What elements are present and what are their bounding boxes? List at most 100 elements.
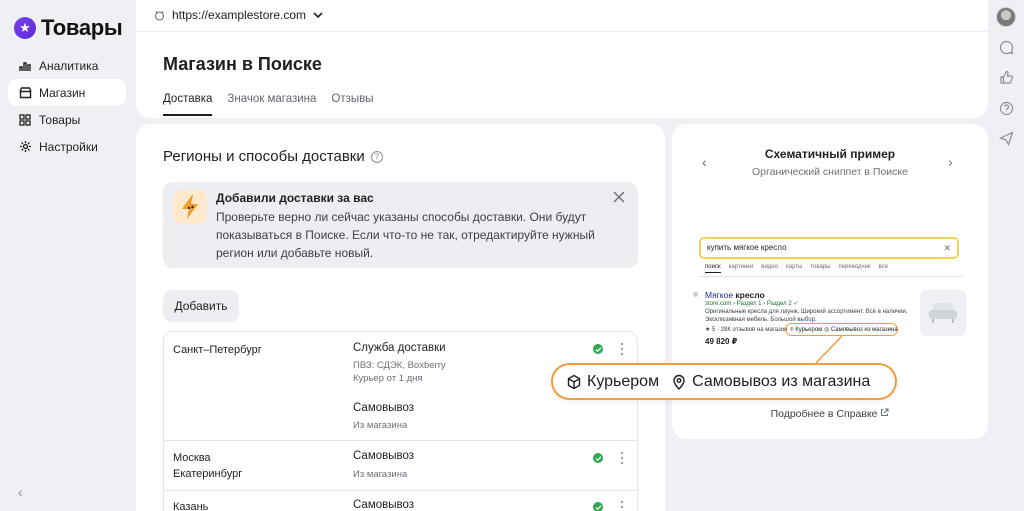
regions-table: Санкт–Петербург Служба доставки ПВЗ: СДЭ… [163,331,638,511]
sidebar-item-label: Аналитика [39,58,99,73]
tab-reviews[interactable]: Отзывы [331,93,373,116]
sidebar-item-label: Магазин [39,85,86,100]
brand-logo-icon: ★ [14,17,36,39]
serp-tabs: поиск картинки видео карты товары перево… [705,264,888,273]
favicon-icon [693,292,698,297]
help-link-text: Подробнее в Справке [770,408,878,420]
verified-icon: ✓ [793,301,799,307]
sidebar-item-label: Товары [39,112,81,127]
serp-tab: картинки [728,264,754,270]
page-title: Магазин в Поиске [163,54,322,74]
page-header: Магазин в Поиске Доставка Значок магазин… [136,32,988,118]
tab-delivery[interactable]: Доставка [163,93,213,116]
analytics-icon [18,59,32,73]
brand[interactable]: ★ Товары [14,15,123,41]
delivery-method-title: Самовывоз [353,402,415,414]
sidebar-item-label: Настройки [39,139,98,154]
right-rail [988,0,1024,511]
tab-bar: Доставка Значок магазина Отзывы [163,93,374,116]
help-link[interactable]: Подробнее в Справке [672,408,988,420]
thumbs-up-icon[interactable] [997,68,1015,86]
serp-tab: карты [785,264,803,270]
close-icon[interactable] [612,190,626,204]
delivery-method-title: Самовывоз [353,499,415,511]
serp-search-box: купить мягкое кресло ✕ [699,237,959,259]
preview-subtitle: Органический сниппет в Поиске [752,166,908,178]
sidebar-item-store[interactable]: Магазин [8,79,126,106]
brand-name: Товары [41,15,123,40]
serp-search-query: купить мягкое кресло [707,243,787,252]
courier-icon [566,374,582,390]
more-icon[interactable] [619,343,625,355]
store-url-selector[interactable]: https://examplestore.com [154,8,323,22]
lightning-icon [173,190,207,224]
help-circle-icon[interactable]: ? [370,150,383,163]
delivery-chip: ⌾ Курьером ◎ Самовывоз из магазина [785,323,898,336]
sidebar-item-products[interactable]: Товары [8,106,126,133]
result-host: store.com › Раздел 1 › Раздел 2 ✓ [705,300,798,307]
avatar[interactable] [996,7,1016,27]
preview-title: Схематичный пример [764,147,896,161]
serp-tab: все [878,264,889,270]
region-city: Казань [173,501,209,511]
chevron-right-icon[interactable]: › [948,154,958,170]
tab-store-badge[interactable]: Значок магазина [227,93,316,116]
result-price: 49 820 ₽ [705,337,738,346]
serp-tab: переводчик [838,264,871,270]
store-icon [18,86,32,100]
table-row[interactable]: Казань Самовывоз [164,491,637,511]
check-icon [593,502,603,511]
grid-icon [18,113,32,127]
notice-text: Проверьте верно ли сейчас указаны способ… [216,210,595,260]
check-icon [593,344,603,354]
store-url: https://examplestore.com [172,8,307,22]
sidebar-item-analytics[interactable]: Аналитика [8,52,126,79]
delivery-method-detail: ПВЗ: СДЭК, Boxberry [353,360,446,371]
delivery-panel: Регионы и способы доставки ? Добавили до… [136,124,665,511]
sidebar-nav: Аналитика Магазин Товары Настройки [8,52,126,160]
callout-pickup: Самовывоз из магазина [692,372,871,390]
region-city: Екатеринбург [173,468,243,480]
more-icon[interactable] [619,452,625,464]
check-icon [593,453,603,463]
help-icon[interactable] [997,99,1015,117]
notice-title: Добавили доставки за вас [216,191,374,205]
more-icon[interactable] [619,501,625,511]
delivery-method-title: Самовывоз [353,450,415,462]
sidebar-item-settings[interactable]: Настройки [8,133,126,160]
divider [699,276,964,277]
topbar: https://examplestore.com [136,0,988,32]
site-icon [154,10,165,21]
sidebar: ★ Товары Аналитика Магазин Товары Настро… [0,0,136,511]
location-pin-icon [671,374,687,390]
close-icon: ✕ [943,243,951,253]
section-title-text: Регионы и способы доставки [163,148,365,165]
section-title: Регионы и способы доставки ? [163,148,383,165]
result-description: Оригинальные кресла для лаунж. Широкий а… [705,309,908,323]
delivery-callout: Курьером Самовывоз из магазина [551,363,897,400]
serp-tab: поиск [705,264,721,273]
chevron-down-icon [313,8,323,22]
table-row[interactable]: Москва Екатеринбург Самовывоз Из магазин… [164,441,637,491]
result-title-plain: Мягкое [705,290,736,300]
serp-tab: товары [810,264,831,270]
collapse-sidebar-icon[interactable]: ‹ [18,484,23,500]
region-city: Москва [173,452,211,464]
result-host-text: store.com › Раздел 1 › Раздел 2 [705,301,794,307]
serp-tab: видео [761,264,778,270]
result-title-bold: кресло [735,290,765,300]
send-icon[interactable] [997,129,1015,147]
delivery-method-detail: Курьер от 1 дня [353,373,423,384]
callout-courier: Курьером [587,372,660,390]
add-region-button[interactable]: Добавить [163,290,239,322]
delivery-method-detail: Из магазина [353,420,408,431]
chat-icon[interactable] [997,38,1015,56]
delivery-method-detail: Из магазина [353,469,408,480]
delivery-method-title: Служба доставки [353,342,446,354]
info-notice: Добавили доставки за вас Проверьте верно… [163,182,638,268]
external-link-icon [880,408,889,420]
result-rating: ★ 5 · 28К отзывов на магазин [705,327,788,333]
gear-icon [18,140,32,154]
region-city: Санкт–Петербург [173,344,262,356]
result-title: Мягкое кресло [705,290,765,300]
